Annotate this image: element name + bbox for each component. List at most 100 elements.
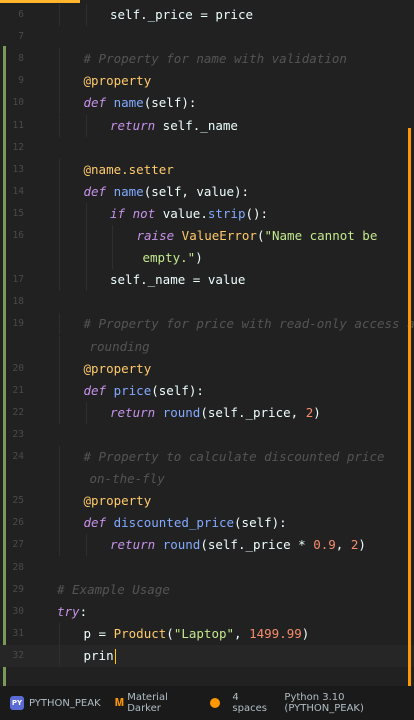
scrollbar-marker[interactable] bbox=[408, 128, 411, 686]
code-line[interactable]: 24 # Property to calculate discounted pri… bbox=[0, 446, 414, 468]
code-token: raise bbox=[136, 228, 175, 243]
code-token: ) bbox=[358, 537, 366, 553]
code-text: @property bbox=[84, 490, 152, 512]
line-number: 32 bbox=[12, 649, 24, 661]
code-token: , bbox=[335, 537, 351, 553]
code-token: self._name = value bbox=[110, 272, 246, 288]
code-line[interactable]: on-the-fly bbox=[0, 468, 414, 491]
line-number: 7 bbox=[18, 31, 24, 43]
code-token: round bbox=[162, 404, 201, 420]
line-number: 18 bbox=[12, 296, 24, 308]
indent-guide bbox=[59, 335, 60, 358]
code-line[interactable]: 28 bbox=[0, 557, 414, 579]
line-number: 12 bbox=[12, 141, 24, 153]
code-token: "Laptop" bbox=[173, 625, 235, 641]
code-token: prin bbox=[83, 647, 114, 663]
code-line[interactable]: empty.") bbox=[0, 247, 414, 270]
code-token: price bbox=[113, 382, 152, 398]
code-line[interactable]: 12 bbox=[0, 137, 414, 159]
code-text: def name(self, value): bbox=[84, 181, 250, 203]
code-line[interactable]: 8 # Property for name with validation bbox=[0, 48, 414, 71]
code-token: (self, value): bbox=[143, 183, 250, 199]
code-line[interactable]: 29 # Example Usage bbox=[0, 579, 414, 601]
code-line[interactable]: 14 def name(self, value): bbox=[0, 180, 414, 203]
code-line[interactable]: 10 def name(self): bbox=[0, 92, 414, 115]
indent-guide bbox=[85, 269, 87, 292]
code-token: name bbox=[113, 95, 144, 111]
code-text: @name.setter bbox=[84, 159, 174, 181]
code-line[interactable]: 11 return self._name bbox=[0, 114, 414, 137]
line-number: 10 bbox=[12, 97, 24, 109]
code-line[interactable]: 6 self._price = price bbox=[0, 4, 414, 26]
code-text: # Property to calculate discounted price bbox=[84, 446, 385, 468]
code-line[interactable]: 19 # Property for price with read-only ac… bbox=[0, 313, 414, 336]
code-line[interactable]: 20 @property bbox=[0, 357, 414, 380]
code-token: return bbox=[110, 117, 156, 133]
code-line[interactable]: 7 bbox=[0, 26, 414, 48]
code-text: if not value.strip(): bbox=[110, 203, 268, 225]
indent-guide bbox=[59, 401, 60, 424]
code-line[interactable]: 30 try: bbox=[0, 601, 414, 623]
code-token: empty." bbox=[142, 250, 196, 266]
indent-guide bbox=[85, 534, 87, 557]
theme-icon: 𝐌 bbox=[114, 696, 125, 709]
code-token: def bbox=[83, 515, 107, 531]
indent-guide bbox=[59, 446, 60, 468]
line-number: 15 bbox=[12, 207, 24, 219]
indent-guide bbox=[85, 225, 87, 247]
code-text: return round(self._price * 0.9, 2) bbox=[110, 534, 366, 556]
code-text: # Property for price with read-only acce… bbox=[84, 313, 414, 335]
indent-widget[interactable]: 4 spaces bbox=[232, 692, 272, 714]
indent-guide bbox=[59, 92, 60, 115]
code-line[interactable]: 13 @name.setter bbox=[0, 158, 414, 181]
code-token: ValueError bbox=[181, 228, 257, 243]
project-widget[interactable]: PY PYTHON_PEAK bbox=[10, 696, 101, 710]
code-line[interactable]: 25 @property bbox=[0, 490, 414, 513]
code-line[interactable]: 26 def discounted_price(self): bbox=[0, 512, 414, 535]
code-text: self._name = value bbox=[110, 269, 245, 291]
code-line[interactable]: 15 if not value.strip(): bbox=[0, 202, 414, 225]
text-cursor bbox=[114, 648, 116, 664]
line-number: 27 bbox=[12, 539, 24, 551]
code-line[interactable]: 23 bbox=[0, 424, 414, 446]
code-token: : bbox=[79, 603, 88, 619]
code-token: self._name bbox=[155, 117, 238, 133]
code-text: def name(self): bbox=[84, 92, 197, 114]
code-line[interactable]: 27 return round(self._price * 0.9, 2) bbox=[0, 534, 414, 557]
code-line[interactable]: 32 prin bbox=[0, 644, 414, 667]
code-token: def bbox=[83, 382, 107, 398]
code-line[interactable]: 22 return round(self._price, 2) bbox=[0, 401, 414, 424]
code-line[interactable]: 18 bbox=[0, 291, 414, 313]
code-token: # Example Usage bbox=[57, 581, 170, 597]
code-text: empty.") bbox=[143, 247, 203, 269]
status-indicator[interactable] bbox=[210, 698, 221, 708]
code-token: , bbox=[234, 625, 250, 641]
code-line[interactable]: 16 raise ValueError("Name cannot be bbox=[0, 225, 414, 247]
line-number: 25 bbox=[12, 495, 24, 507]
code-token: return bbox=[110, 404, 156, 420]
code-text: @property bbox=[84, 358, 152, 380]
code-line[interactable]: 21 def price(self): bbox=[0, 379, 414, 402]
code-token: @name.setter bbox=[83, 161, 174, 177]
code-text: p = Product("Laptop", 1499.99) bbox=[84, 623, 310, 645]
code-editor[interactable]: 6 self._price = price 7 8 # Property for nam… bbox=[0, 0, 414, 686]
code-line[interactable]: 31 p = Product("Laptop", 1499.99) bbox=[0, 622, 414, 645]
code-token: ( bbox=[166, 625, 174, 641]
interpreter-widget[interactable]: Python 3.10 (PYTHON_PEAK) bbox=[284, 692, 414, 714]
code-token: # Property for name with validation bbox=[83, 51, 347, 67]
code-line[interactable]: 9 @property bbox=[0, 70, 414, 93]
theme-widget[interactable]: 𝐌 Material Darker bbox=[115, 692, 197, 714]
line-number: 24 bbox=[12, 451, 24, 462]
code-token: 1499.99 bbox=[249, 625, 302, 641]
code-line[interactable]: 17 self._name = value bbox=[0, 269, 414, 292]
code-token: ._price = price bbox=[140, 7, 253, 22]
line-number: 26 bbox=[12, 517, 24, 529]
indent-guide bbox=[85, 114, 87, 137]
code-line[interactable]: rounding bbox=[0, 335, 414, 358]
code-text: def discounted_price(self): bbox=[84, 512, 287, 534]
code-token: @property bbox=[83, 360, 152, 376]
